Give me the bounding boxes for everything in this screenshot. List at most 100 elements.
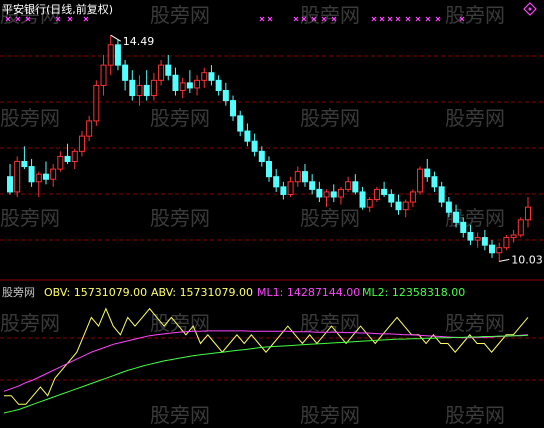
candle-body (208, 72, 215, 81)
candle-body (381, 188, 388, 195)
candle-body (402, 201, 409, 211)
candle-body (525, 206, 531, 221)
candle-body (165, 64, 172, 76)
candle-body (489, 244, 496, 254)
candle-body (373, 188, 380, 201)
candle-body (409, 191, 416, 203)
candle-body (21, 160, 28, 168)
candle-body (251, 140, 258, 152)
candle-body (172, 74, 179, 91)
watermark-text: 股旁网 (150, 206, 210, 230)
candle-body (215, 79, 222, 91)
candle-body (337, 188, 344, 198)
candle-body (359, 191, 366, 208)
watermark-text: 股旁网 (300, 403, 360, 427)
candle-body (323, 191, 330, 198)
candle-body (309, 181, 316, 190)
watermark-text: 股旁网 (445, 3, 505, 27)
watermark-layer: 股旁网 股旁网 股旁网 股旁网股旁网 股旁网 股旁网 股旁网股旁网 股旁网 股旁网 股旁网股旁网股… (0, 3, 505, 427)
candle-body (445, 201, 452, 213)
candle-body (273, 176, 280, 188)
candle-body (474, 237, 481, 241)
candle-body (179, 82, 186, 91)
watermark-text: 股旁网 (300, 206, 360, 230)
candle-body (107, 44, 114, 66)
watermark-text: 股旁网 (0, 106, 60, 130)
candle-body (395, 201, 402, 211)
candle-body (28, 166, 35, 183)
candle-body (517, 219, 524, 236)
watermark-text: 股旁网 (150, 403, 210, 427)
abv-label: ABV: 15731079.00 (151, 286, 253, 299)
candle-body (143, 84, 150, 97)
watermark-text: 股旁网 (0, 311, 60, 335)
candle-body (158, 64, 165, 81)
candle-body (481, 237, 488, 246)
candle-body (258, 150, 265, 162)
candle-body (316, 188, 323, 198)
candle-body (453, 211, 460, 223)
candle-body (287, 181, 294, 195)
ml1-line (3, 330, 529, 392)
candle-body (388, 193, 395, 203)
candle-body (345, 181, 352, 190)
candle-body (42, 173, 49, 180)
candle-body (330, 191, 337, 198)
candle-body (352, 181, 359, 193)
watermark-text: 股旁网 (300, 3, 360, 27)
candle-body (280, 186, 287, 195)
low-pointer (499, 258, 510, 262)
settings-icon[interactable] (523, 2, 537, 16)
high-price-label: 14.49 (123, 35, 155, 48)
chart-title: 平安银行(日线,前复权) (2, 2, 113, 16)
candle-body (78, 135, 85, 152)
low-price-label: 10.03 (511, 253, 543, 266)
candle-body (266, 160, 272, 178)
candle-body (222, 89, 229, 102)
watermark-text: 股旁网 (150, 106, 210, 130)
candle-body (14, 160, 21, 193)
candle-body (129, 79, 136, 97)
ml2-line (3, 334, 529, 414)
candle-body (35, 173, 42, 183)
candle-body (438, 186, 445, 203)
candle-body (71, 150, 78, 162)
candle-body (136, 84, 143, 97)
candle-body (244, 130, 251, 142)
candle-body (503, 237, 510, 249)
chart-canvas: 股旁网 股旁网 股旁网 股旁网股旁网 股旁网 股旁网 股旁网股旁网 股旁网 股旁网 股旁网股旁网股… (0, 2, 544, 427)
watermark-text: 股旁网 (445, 311, 505, 335)
candle-body (150, 79, 157, 97)
ml1-label: ML1: 14287144.00 (257, 286, 360, 299)
watermark-text: 股旁网 (150, 3, 210, 27)
ml2-label: ML2: 12358318.00 (362, 286, 465, 299)
candle-body (496, 247, 503, 254)
candle-body (122, 64, 129, 81)
signal-markers (5, 16, 465, 22)
candle-body (431, 176, 438, 188)
candle-body (100, 64, 107, 86)
candle-body (93, 84, 100, 122)
candle-body (230, 100, 237, 117)
candle-body (366, 199, 373, 208)
candle-body (510, 234, 517, 239)
candle-body (86, 120, 93, 137)
indicator-name: 股旁网 (2, 285, 35, 299)
candle-body (114, 44, 121, 66)
candle-body (7, 176, 13, 193)
watermark-text: 股旁网 (300, 106, 360, 130)
watermark-text: 股旁网 (445, 403, 505, 427)
candle-body (50, 168, 57, 180)
candle-body (186, 82, 193, 89)
candle-body (301, 171, 308, 183)
candle-body (64, 155, 71, 162)
candle-body (237, 115, 244, 132)
watermark-text: 股旁网 (0, 206, 60, 230)
candle-body (194, 79, 201, 89)
chart-window: 股旁网 股旁网 股旁网 股旁网 股旁网 股旁网 股旁网 股旁网 股旁网 股旁网 股旁网 股旁网 股旁网股… (0, 0, 544, 428)
watermark-text: 股旁网 (445, 106, 505, 130)
high-pointer (110, 34, 121, 42)
candle-body (57, 155, 64, 170)
candle-body (460, 221, 467, 233)
candle-body (201, 72, 208, 81)
